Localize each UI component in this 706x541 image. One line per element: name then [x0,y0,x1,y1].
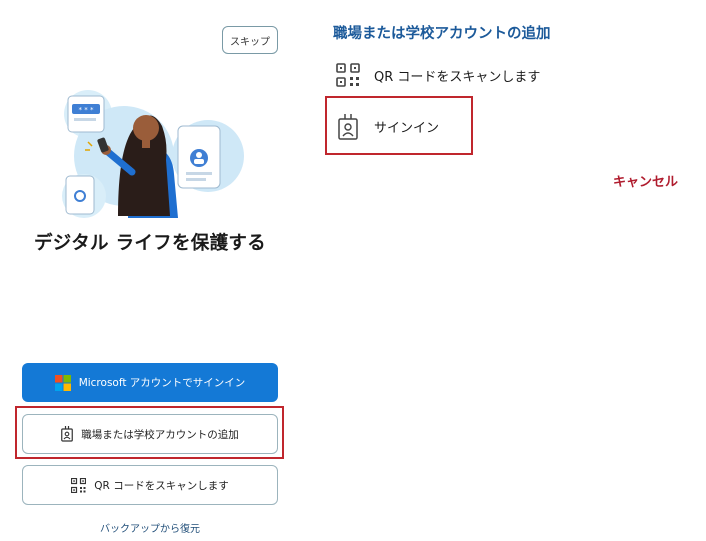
skip-button[interactable]: スキップ [222,26,278,54]
scan-qr-button[interactable]: QR コードをスキャンします [22,465,278,505]
welcome-panel: スキップ * * * デジタル ライフを保護する Microsoft アカウント… [0,0,300,541]
svg-text:* * *: * * * [79,106,94,114]
option-scan-qr[interactable]: QR コードをスキャンします [336,63,540,87]
microsoft-logo-icon [54,374,71,391]
option-scan-qr-label: QR コードをスキャンします [374,69,541,85]
page-title: デジタル ライフを保護する [34,233,266,254]
cancel-button[interactable]: キャンセル [613,171,678,190]
microsoft-signin-button[interactable]: Microsoft アカウントでサインイン [22,363,278,402]
microsoft-signin-label: Microsoft アカウントでサインイン [78,377,246,389]
restore-from-backup-link[interactable]: バックアップから復元 [0,520,300,535]
highlight-box-right [325,96,473,155]
qr-code-icon [336,63,360,87]
qr-code-icon [71,477,87,493]
highlight-box-left [15,406,284,459]
add-account-title: 職場または学校アカウントの追加 [333,26,551,42]
hero-illustration: * * * [62,90,244,218]
scan-qr-label: QR コードをスキャンします [94,479,229,492]
